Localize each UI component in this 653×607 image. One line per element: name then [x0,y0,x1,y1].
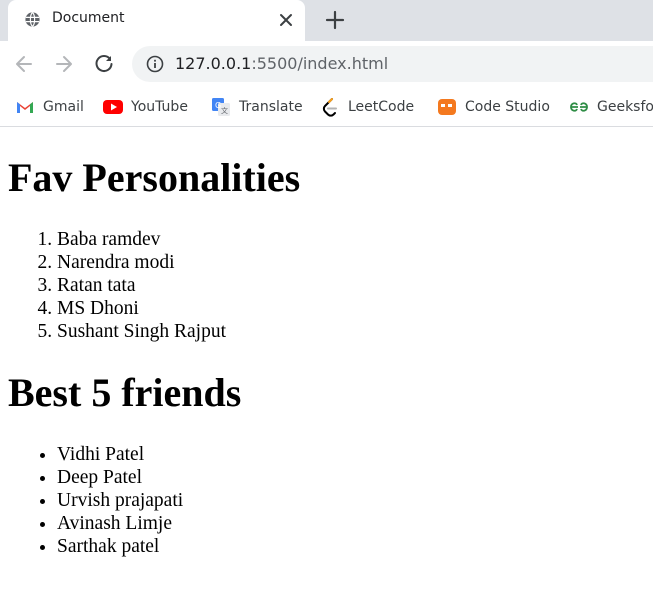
list-item: Baba ramdev [57,228,226,251]
list-item: Vidhi Patel [57,443,183,466]
forward-icon[interactable] [53,53,75,75]
list-item: Sarthak patel [57,535,183,558]
page-content: Fav Personalities Baba ramdev Narendra m… [0,127,653,607]
toolbar: 127.0.0.1:5500/index.html [0,41,653,87]
reload-icon[interactable] [93,53,115,75]
info-icon[interactable] [146,55,164,73]
bookmark-leetcode[interactable]: LeetCode [320,96,414,118]
heading-fav-personalities: Fav Personalities [8,155,301,200]
list-item: Ratan tata [57,274,226,297]
list-item: Urvish prajapati [57,489,183,512]
codestudio-icon [438,99,456,115]
bookmark-label: Gmail [43,99,84,115]
close-icon[interactable] [278,12,294,28]
new-tab-icon[interactable] [324,9,346,31]
geeksforgeeks-icon [570,102,588,112]
bookmark-translate[interactable]: G 文 Translate [211,96,303,118]
bookmark-code-studio[interactable]: Code Studio [437,96,550,118]
youtube-icon [103,100,123,114]
bookmark-label: Translate [239,99,303,115]
gmail-icon [17,102,33,113]
svg-text:文: 文 [221,106,228,115]
list-item: Deep Patel [57,466,183,489]
bookmark-geeksforgeeks[interactable]: Geeksfo [569,96,653,118]
friends-list: Vidhi Patel Deep Patel Urvish prajapati … [0,443,183,558]
personalities-list: Baba ramdev Narendra modi Ratan tata MS … [0,228,226,343]
tab-title: Document [52,10,125,26]
list-item: MS Dhoni [57,297,226,320]
url-path: :5500/index.html [251,54,389,73]
translate-icon: G 文 [212,98,230,116]
heading-best-friends: Best 5 friends [8,370,242,415]
globe-icon [25,12,40,27]
list-item: Avinash Limje [57,512,183,535]
tab-document[interactable]: Document [8,0,305,41]
list-item: Sushant Singh Rajput [57,320,226,343]
bookmark-label: Code Studio [465,99,550,115]
tab-strip: Document [0,0,653,41]
url-host: 127.0.0.1 [175,54,252,73]
bookmark-gmail[interactable]: Gmail [15,96,84,118]
back-icon[interactable] [13,53,35,75]
bookmark-label: LeetCode [348,99,415,115]
url-text: 127.0.0.1:5500/index.html [175,54,388,73]
address-bar[interactable]: 127.0.0.1:5500/index.html [132,46,653,82]
bookmarks-bar: Gmail YouTube G 文 Translate LeetCode Cod… [0,87,653,127]
bookmark-youtube[interactable]: YouTube [103,96,188,118]
leetcode-icon [322,98,337,117]
list-item: Narendra modi [57,251,226,274]
bookmark-label: YouTube [131,99,188,115]
bookmark-label: Geeksfo [597,99,653,115]
